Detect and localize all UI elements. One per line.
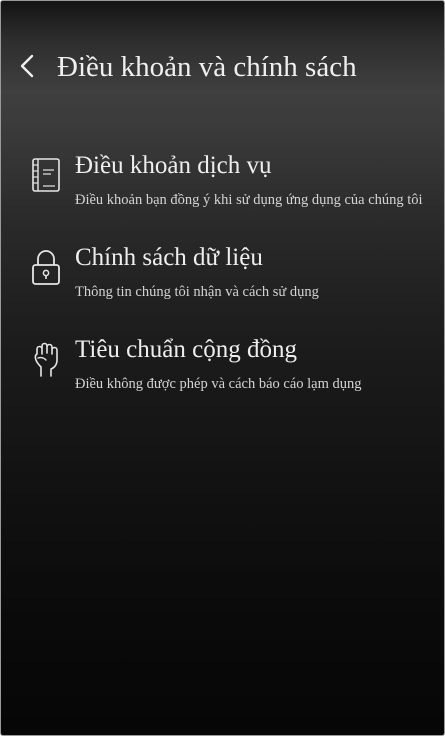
menu-item-label: Tiêu chuẩn cộng đồng xyxy=(75,336,297,363)
menu-item-data-policy[interactable]: Chính sách dữ liệu Thông tin chúng tôi n… xyxy=(1,238,444,330)
menu-item-description: Thông tin chúng tôi nhận và cách sử dụng xyxy=(75,284,319,300)
menu-item-description: Điều không được phép và cách báo cáo lạm… xyxy=(75,376,362,392)
fist-icon xyxy=(29,340,63,380)
policy-menu: Điều khoản dịch vụ Điều khoản bạn đồng ý… xyxy=(1,146,444,422)
menu-item-description: Điều khoản bạn đồng ý khi sử dụng ứng dụ… xyxy=(75,192,423,208)
page-title: Điều khoản và chính sách xyxy=(57,51,357,83)
screen: Điều khoản và chính sách Điều khoản dịch… xyxy=(0,0,445,736)
header-bar: Điều khoản và chính sách xyxy=(1,45,444,89)
menu-item-label: Chính sách dữ liệu xyxy=(75,244,263,271)
menu-item-terms-of-service[interactable]: Điều khoản dịch vụ Điều khoản bạn đồng ý… xyxy=(1,146,444,238)
menu-item-community-standards[interactable]: Tiêu chuẩn cộng đồng Điều không được phé… xyxy=(1,330,444,422)
menu-item-label: Điều khoản dịch vụ xyxy=(75,152,272,179)
back-button[interactable] xyxy=(13,51,43,81)
lock-icon xyxy=(29,248,63,288)
chevron-left-icon xyxy=(13,51,43,81)
notebook-icon xyxy=(29,156,63,196)
